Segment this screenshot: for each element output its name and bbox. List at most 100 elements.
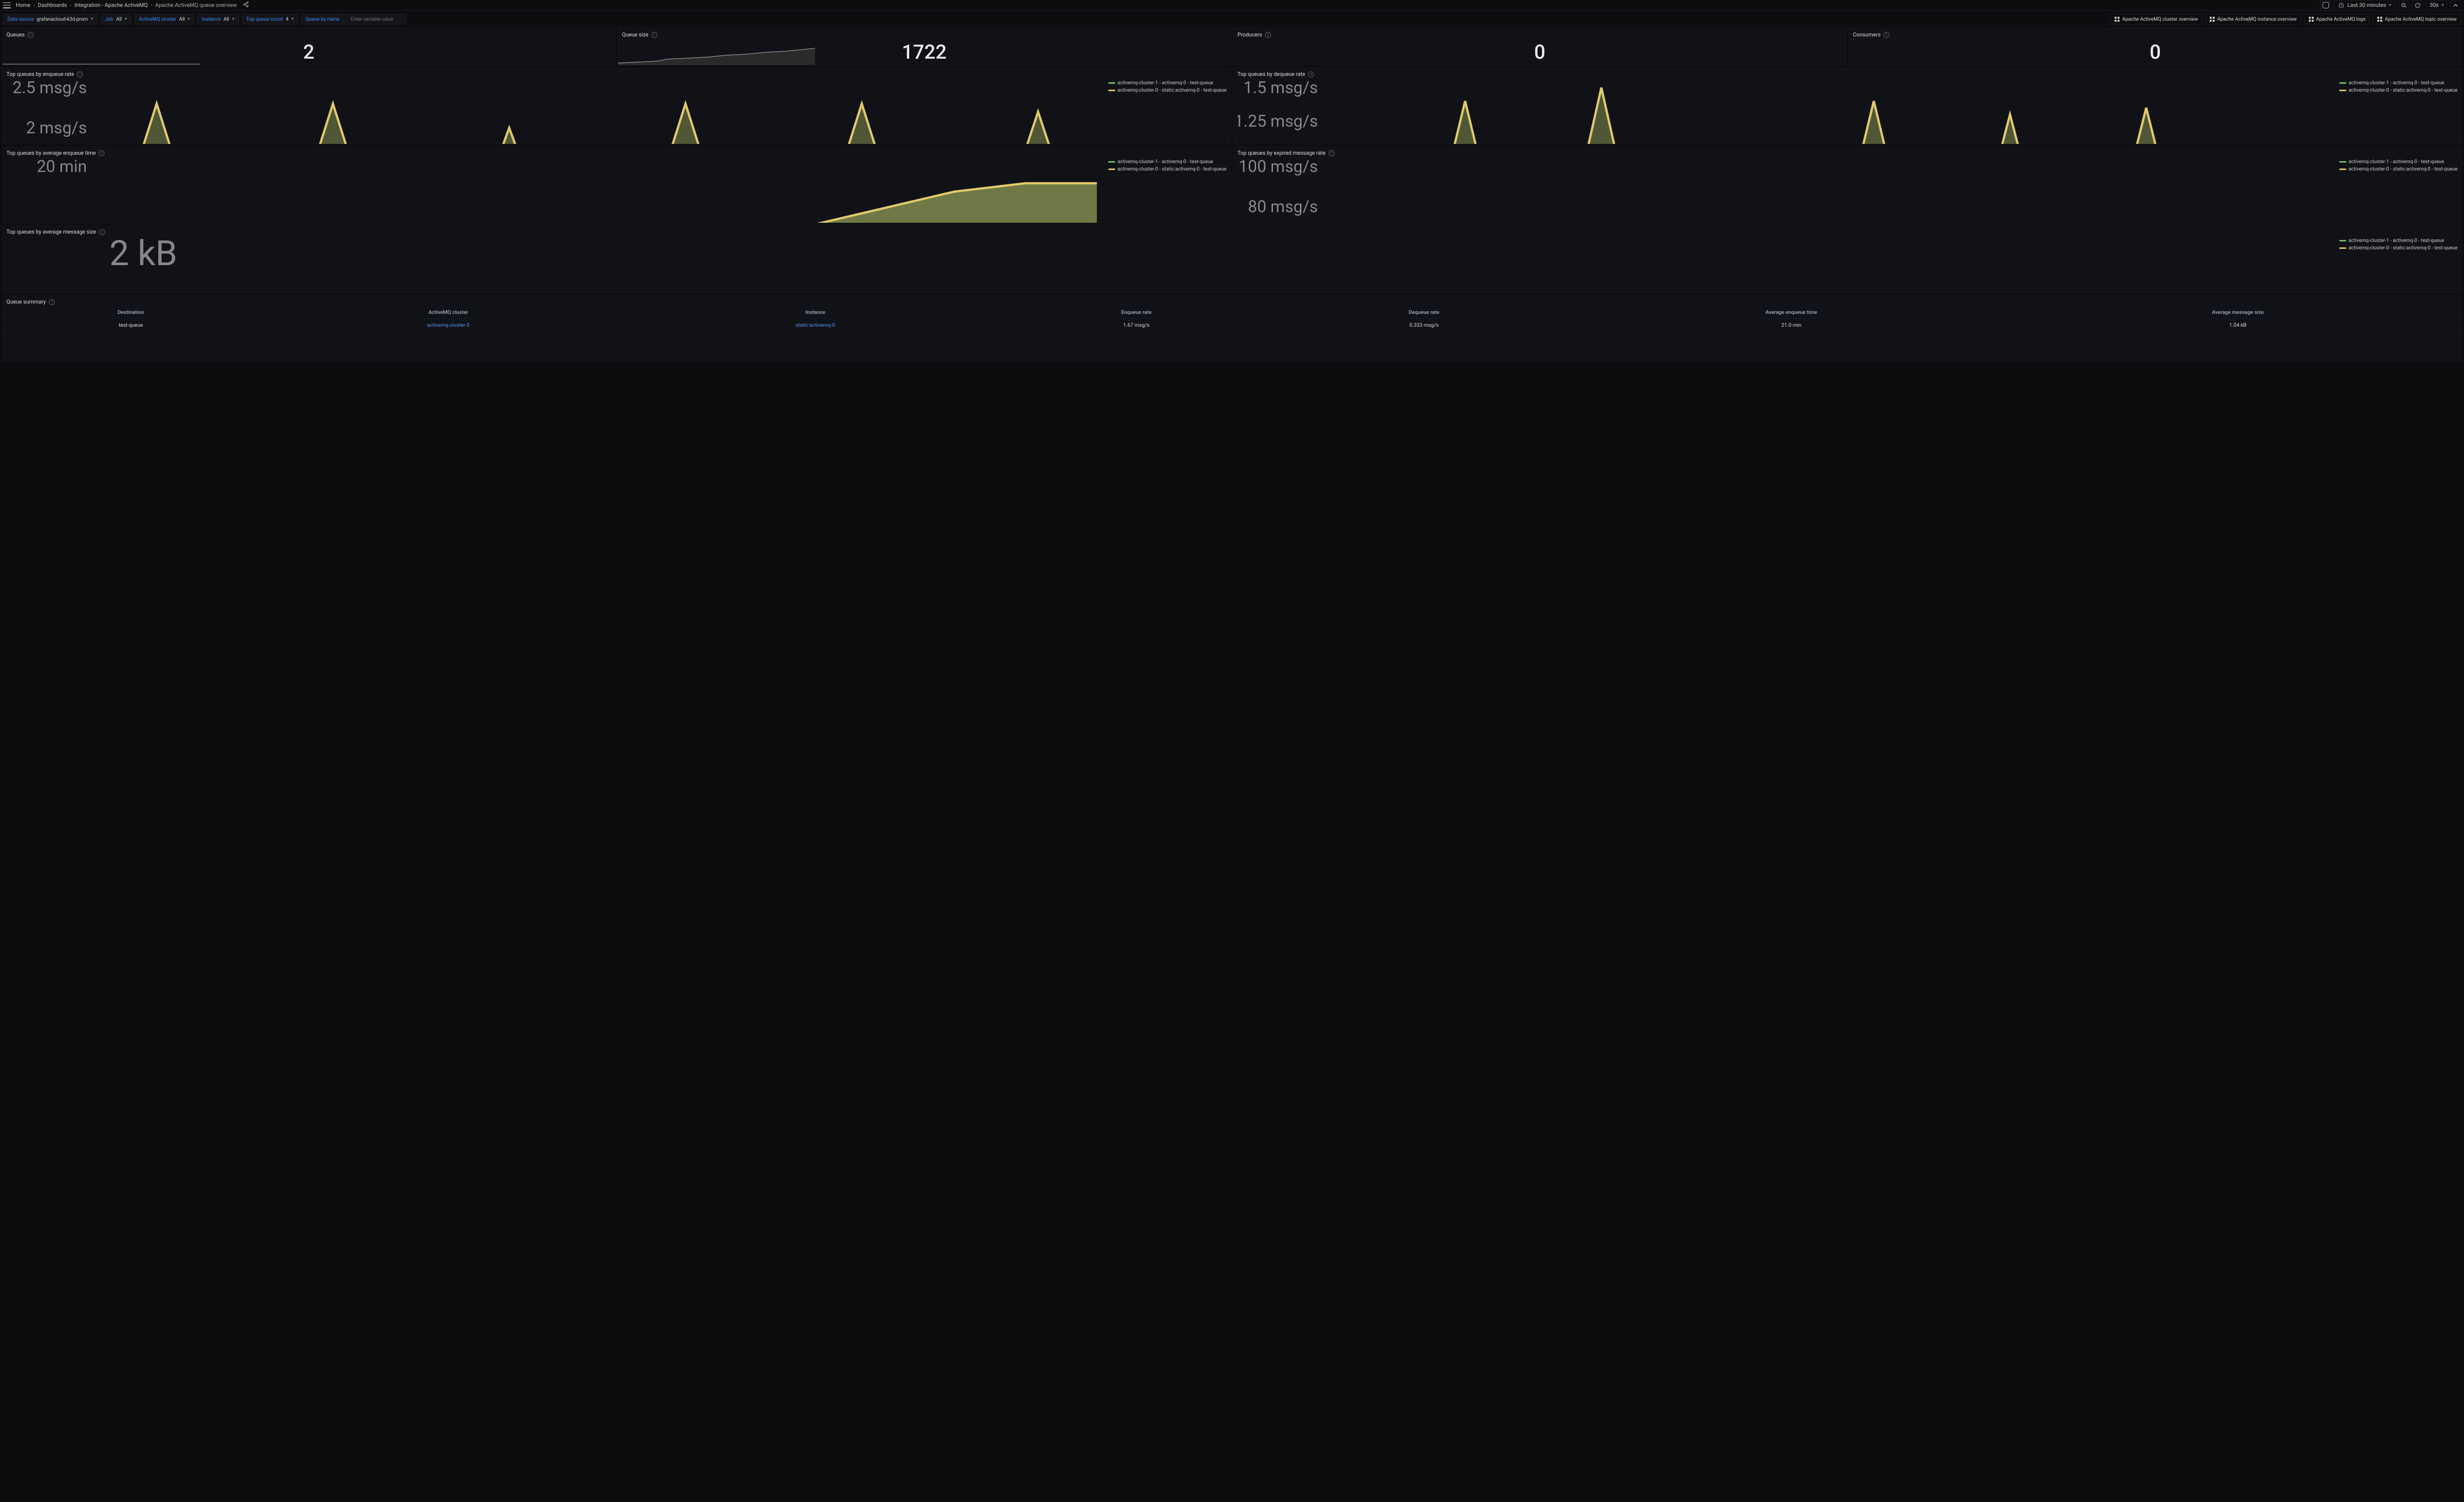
var-datasource[interactable]: Data source grafanacloud-k3d-prom ▾ xyxy=(3,14,98,25)
info-icon[interactable]: i xyxy=(28,32,34,38)
legend-item[interactable]: activemq-cluster-1 - activemq-0 - test-q… xyxy=(2339,80,2458,86)
var-topn[interactable]: Top queue count 4 ▾ xyxy=(242,14,298,25)
svg-text:100 msg/s: 100 msg/s xyxy=(1238,159,1318,176)
legend-swatch xyxy=(2339,161,2346,163)
summary-table: DestinationActiveMQ clusterInstanceEnque… xyxy=(2,306,2462,332)
svg-text:20 min: 20 min xyxy=(37,159,87,176)
link-logs[interactable]: Apache ActiveMQ logs xyxy=(2304,14,2370,25)
table-header[interactable]: Dequeue rate xyxy=(1279,306,1568,319)
table-header[interactable]: Enqueue rate xyxy=(993,306,1279,319)
panel-dequeue-rate[interactable]: Top queues by dequeue ratei 0 msg/s0.25 … xyxy=(1233,68,2462,144)
info-icon[interactable]: i xyxy=(1308,71,1314,77)
panel-queues[interactable]: Queuesi 2 xyxy=(2,28,616,66)
legend: activemq-cluster-1 - activemq-0 - test-q… xyxy=(2339,238,2458,293)
panel-title: Top queues by enqueue rate xyxy=(6,71,74,77)
chart-canvas[interactable]: 0 msg/s0.5 msg/s1 msg/s1.5 msg/s2 msg/s2… xyxy=(6,80,1104,144)
refresh-icon[interactable] xyxy=(2412,0,2423,11)
legend-item[interactable]: activemq-cluster-0 - static:activemq-0 -… xyxy=(1108,88,1227,93)
table-header[interactable]: Average enqueue time xyxy=(1569,306,2014,319)
chevron-down-icon: ▾ xyxy=(188,17,190,22)
crumb-home[interactable]: Home xyxy=(16,2,31,8)
time-range-picker[interactable]: Last 30 minutes ▾ xyxy=(2334,0,2396,11)
var-job[interactable]: Job All ▾ xyxy=(101,14,132,25)
panel-msg-size[interactable]: Top queues by average message sizei 0 B5… xyxy=(2,225,2462,293)
table-row[interactable]: test-queueactivemq-cluster-0static:activ… xyxy=(2,319,2462,332)
legend-item[interactable]: activemq-cluster-0 - static:activemq-0 -… xyxy=(2339,167,2458,172)
crumb-integration[interactable]: Integration - Apache ActiveMQ xyxy=(74,2,147,8)
panel-enqueue-time[interactable]: Top queues by average enqueue timei 10 m… xyxy=(2,146,1231,223)
share-icon[interactable] xyxy=(243,1,249,9)
chart-canvas[interactable]: 0 msg/s20 msg/s40 msg/s60 msg/s80 msg/s1… xyxy=(1237,159,2335,223)
chevron-down-icon: ▾ xyxy=(232,17,235,22)
var-value: 4 xyxy=(286,17,289,22)
crumb-current: Apache ActiveMQ queue overview xyxy=(155,2,237,8)
svg-text:1.25 msg/s: 1.25 msg/s xyxy=(1237,112,1318,131)
chart-canvas[interactable]: 10 min13.3 min16.7 min20 min13:5013:5514… xyxy=(6,159,1104,223)
info-icon[interactable]: i xyxy=(651,32,657,38)
link-cluster-overview[interactable]: Apache ActiveMQ cluster overview xyxy=(2110,14,2202,25)
zoom-out-icon[interactable] xyxy=(2398,0,2409,11)
table-header[interactable]: Average message size xyxy=(2014,306,2462,319)
table-cell: 21.0 min xyxy=(1569,319,2014,332)
svg-text:2.5 msg/s: 2.5 msg/s xyxy=(12,80,87,98)
legend-swatch xyxy=(1108,90,1115,91)
var-value: grafanacloud-k3d-prom xyxy=(36,17,88,22)
legend-swatch xyxy=(1108,169,1115,170)
table-cell[interactable]: activemq-cluster-0 xyxy=(259,319,638,332)
info-icon[interactable]: i xyxy=(1265,32,1271,38)
info-icon[interactable]: i xyxy=(1883,32,1889,38)
panel-queue-size[interactable]: Queue sizei 1722 xyxy=(617,28,1231,66)
panel-enqueue-rate[interactable]: Top queues by enqueue ratei 0 msg/s0.5 m… xyxy=(2,68,1231,144)
chart-canvas[interactable]: 0 msg/s0.25 msg/s0.5 msg/s0.75 msg/s1 ms… xyxy=(1237,80,2335,144)
legend-item[interactable]: activemq-cluster-1 - activemq-0 - test-q… xyxy=(1108,159,1227,165)
info-icon[interactable]: i xyxy=(77,71,83,77)
var-label: ActiveMQ cluster xyxy=(139,17,176,22)
panel-expired-rate[interactable]: Top queues by expired message ratei 0 ms… xyxy=(1233,146,2462,223)
legend-item[interactable]: activemq-cluster-1 - activemq-0 - test-q… xyxy=(2339,159,2458,165)
chart-canvas[interactable]: 0 B500 B1 kB1.50 kB2 kB13:47:0013:48:001… xyxy=(6,238,2335,293)
var-cluster[interactable]: ActiveMQ cluster All ▾ xyxy=(135,14,195,25)
info-icon[interactable]: i xyxy=(99,229,105,235)
menu-toggle[interactable] xyxy=(3,2,11,8)
link-instance-overview[interactable]: Apache ActiveMQ instance overview xyxy=(2205,14,2301,25)
breadcrumbs: Home› Dashboards› Integration - Apache A… xyxy=(16,2,237,8)
var-instance[interactable]: Instance All ▾ xyxy=(197,14,239,25)
table-cell[interactable]: static:activemq-0 xyxy=(638,319,993,332)
settings-icon[interactable] xyxy=(2320,0,2331,11)
dashboard-icon xyxy=(2309,17,2314,22)
stat-value: 2 xyxy=(303,40,314,64)
panel-title: Queue size xyxy=(622,32,649,38)
legend: activemq-cluster-1 - activemq-0 - test-q… xyxy=(1108,159,1227,223)
info-icon[interactable]: i xyxy=(1329,150,1335,156)
refresh-interval-picker[interactable]: 30s ▾ xyxy=(2426,0,2447,11)
legend-item[interactable]: activemq-cluster-1 - activemq-0 - test-q… xyxy=(2339,238,2458,243)
table-cell: 0.333 msg/s xyxy=(1279,319,1568,332)
panel-title: Queues xyxy=(6,32,25,38)
var-queue-name[interactable]: Queue by name xyxy=(301,14,407,25)
info-icon[interactable]: i xyxy=(49,299,55,305)
var-queue-name-input[interactable] xyxy=(347,17,406,22)
legend-item[interactable]: activemq-cluster-0 - static:activemq-0 -… xyxy=(2339,245,2458,251)
chevron-down-icon: ▾ xyxy=(2389,3,2392,8)
chevron-down-icon: ▾ xyxy=(2441,3,2444,8)
panel-consumers[interactable]: Consumersi 0 xyxy=(1848,28,2462,66)
time-range-label: Last 30 minutes xyxy=(2347,2,2386,8)
panel-expand-icon[interactable] xyxy=(2450,0,2461,11)
legend-item[interactable]: activemq-cluster-0 - static:activemq-0 -… xyxy=(1108,167,1227,172)
table-header[interactable]: ActiveMQ cluster xyxy=(259,306,638,319)
refresh-interval-label: 30s xyxy=(2430,2,2438,8)
dashboard-icon xyxy=(2210,17,2215,22)
legend-item[interactable]: activemq-cluster-0 - static:activemq-0 -… xyxy=(2339,88,2458,93)
info-icon[interactable]: i xyxy=(99,150,104,156)
panel-producers[interactable]: Producersi 0 xyxy=(1233,28,1847,66)
panel-queue-summary[interactable]: Queue summaryi DestinationActiveMQ clust… xyxy=(2,295,2462,362)
link-topic-overview[interactable]: Apache ActiveMQ topic overview xyxy=(2373,14,2461,25)
crumb-dashboards[interactable]: Dashboards xyxy=(38,2,67,8)
var-value: All xyxy=(224,17,229,22)
legend-item[interactable]: activemq-cluster-1 - activemq-0 - test-q… xyxy=(1108,80,1227,86)
table-header[interactable]: Destination xyxy=(2,306,259,319)
table-header[interactable]: Instance xyxy=(638,306,993,319)
stat-value: 1722 xyxy=(902,40,947,64)
var-label: Instance xyxy=(202,17,220,22)
sparkline xyxy=(618,45,815,65)
